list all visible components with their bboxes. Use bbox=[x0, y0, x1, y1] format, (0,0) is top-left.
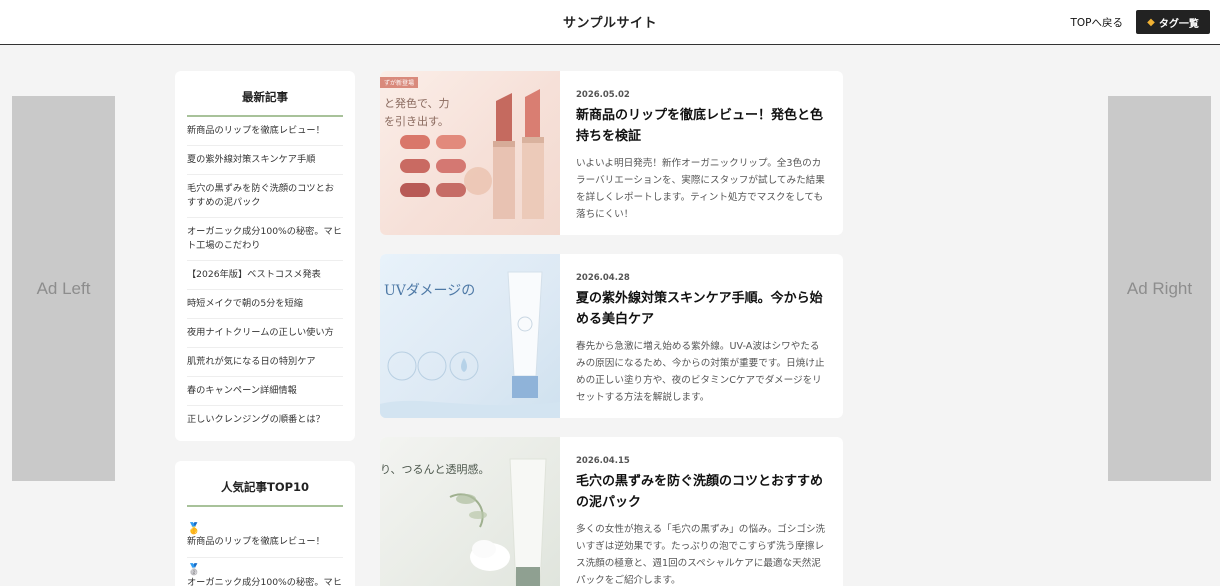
latest-article-link[interactable]: オーガニック成分100%の秘密。マヒト工場のこだわり bbox=[187, 218, 343, 261]
gold-medal-icon: 🥇 bbox=[187, 522, 201, 535]
sunscreen-thumbnail[interactable]: UVダメージの bbox=[380, 254, 560, 418]
article-card[interactable]: UVダメージの 2026.04.28 夏の紫外線対策スキンケア手順。今から始める… bbox=[380, 254, 843, 418]
latest-articles-card: 最新記事 新商品のリップを徹底レビュー！ 夏の紫外線対策スキンケア手順 毛穴の黒… bbox=[175, 71, 355, 441]
ad-right-label: Ad Right bbox=[1126, 278, 1193, 298]
article-excerpt: 春先から急激に増え始める紫外線。UV-A波はシワやたるみの原因になるため、今から… bbox=[576, 341, 825, 403]
sunscreen-illustration bbox=[380, 271, 560, 418]
mud-pack-illustration bbox=[449, 458, 547, 586]
mud-pack-thumbnail[interactable]: り、つるんと透明感。 bbox=[380, 437, 560, 586]
tag-list-button[interactable]: ◆ タグ一覧 bbox=[1136, 10, 1210, 34]
popular-articles-title: 人気記事TOP10 bbox=[187, 479, 343, 507]
article-card[interactable]: り、つるんと透明感。 2026.04.15 毛穴の黒ずみを防ぐ洗顔のコツとおすす… bbox=[380, 437, 843, 586]
article-title[interactable]: 新商品のリップを徹底レビュー！発色と色持ちを検証 bbox=[576, 105, 827, 147]
silver-medal-icon: 🥈 bbox=[187, 563, 201, 576]
latest-article-link[interactable]: 肌荒れが気になる日の特別ケア bbox=[187, 348, 343, 377]
article-title[interactable]: 毛穴の黒ずみを防ぐ洗顔のコツとおすすめの泥パック bbox=[576, 471, 827, 513]
article-date: 2026.05.02 bbox=[576, 90, 630, 100]
top-header: サンプルサイト TOPへ戻る ◆ タグ一覧 bbox=[0, 0, 1220, 45]
latest-article-link[interactable]: 新商品のリップを徹底レビュー！ bbox=[187, 117, 343, 146]
latest-article-link[interactable]: 毛穴の黒ずみを防ぐ洗顔のコツとおすすめの泥パック bbox=[187, 175, 343, 218]
article-date: 2026.04.15 bbox=[576, 456, 630, 466]
latest-article-link[interactable]: 【2026年版】ベストコスメ発表 bbox=[187, 261, 343, 290]
ad-right[interactable]: Ad Right bbox=[1108, 96, 1211, 481]
back-to-top-link[interactable]: TOPへ戻る bbox=[1070, 15, 1123, 30]
lipstick-thumbnail[interactable]: ずが新登場 と発色で、力を引き出す。 bbox=[380, 71, 560, 235]
site-title[interactable]: サンプルサイト bbox=[0, 12, 1220, 31]
popular-article-label: オーガニック成分100%の秘密。マヒト工場のこだわり bbox=[187, 577, 342, 586]
latest-article-link[interactable]: 時短メイクで朝の5分を短縮 bbox=[187, 290, 343, 319]
tag-list-label: タグ一覧 bbox=[1158, 18, 1199, 30]
latest-article-link[interactable]: 夏の紫外線対策スキンケア手順 bbox=[187, 146, 343, 175]
article-excerpt: 多くの女性が抱える「毛穴の黒ずみ」の悩み。ゴシゴシ洗いすぎは逆効果です。たっぷり… bbox=[576, 524, 826, 586]
article-excerpt: いよいよ明日発売！新作オーガニックリップ。全3色のカラーバリエーションを、実際に… bbox=[576, 158, 825, 220]
article-card[interactable]: ずが新登場 と発色で、力を引き出す。 2026.05.02 新商品のリップを徹底… bbox=[380, 71, 843, 235]
popular-article-link[interactable]: 🥈 オーガニック成分100%の秘密。マヒト工場のこだわり bbox=[187, 558, 343, 586]
popular-article-link[interactable]: 🥇 新商品のリップを徹底レビュー！ bbox=[187, 517, 343, 558]
latest-articles-title: 最新記事 bbox=[187, 89, 343, 117]
article-date: 2026.04.28 bbox=[576, 273, 630, 283]
ad-left-label: Ad Left bbox=[36, 278, 91, 298]
latest-article-link[interactable]: 夜用ナイトクリームの正しい使い方 bbox=[187, 319, 343, 348]
latest-article-link[interactable]: 春のキャンペーン詳細情報 bbox=[187, 377, 343, 406]
tag-icon: ◆ bbox=[1147, 16, 1155, 28]
ad-left[interactable]: Ad Left bbox=[12, 96, 115, 481]
article-title[interactable]: 夏の紫外線対策スキンケア手順。今から始める美白ケア bbox=[576, 288, 827, 330]
popular-article-label: 新商品のリップを徹底レビュー！ bbox=[187, 536, 325, 547]
lipstick-illustration bbox=[400, 89, 544, 219]
popular-articles-card: 人気記事TOP10 🥇 新商品のリップを徹底レビュー！ 🥈 オーガニック成分10… bbox=[175, 461, 355, 586]
latest-article-link[interactable]: 正しいクレンジングの順番とは？ bbox=[187, 406, 343, 434]
